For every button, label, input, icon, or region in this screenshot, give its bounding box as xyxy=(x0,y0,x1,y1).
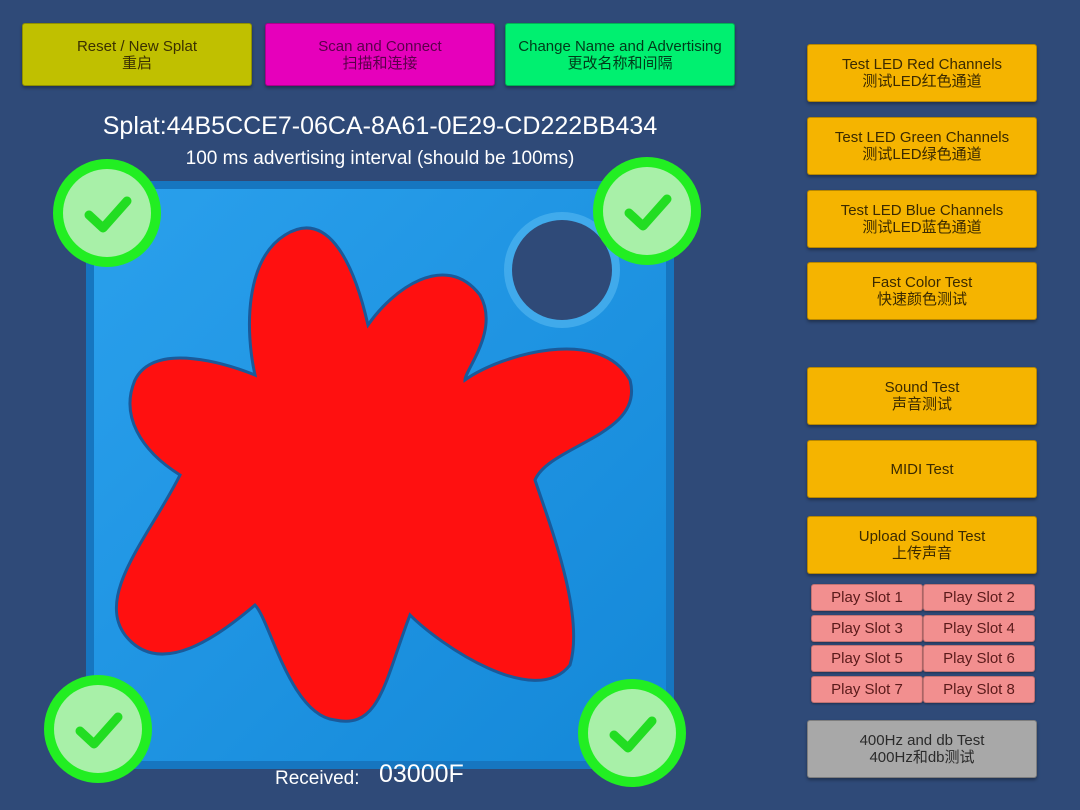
corner-check-top-right xyxy=(593,157,701,265)
upload-sound-label: Upload Sound Test xyxy=(858,528,986,545)
sound-test-button[interactable]: Sound Test 声音测试 xyxy=(807,367,1037,425)
scan-connect-button[interactable]: Scan and Connect 扫描和连接 xyxy=(265,23,495,86)
change-name-button-label: Change Name and Advertising xyxy=(518,37,722,55)
reset-button-label-zh: 重启 xyxy=(121,54,152,72)
play-slot-4-button[interactable]: Play Slot 4 xyxy=(923,615,1035,642)
check-icon xyxy=(609,716,657,753)
check-icon xyxy=(84,196,132,233)
play-slot-6-button[interactable]: Play Slot 6 xyxy=(923,645,1035,672)
scan-button-label: Scan and Connect xyxy=(318,37,442,55)
led-blue-label-zh: 测试LED蓝色通道 xyxy=(862,219,982,236)
upload-sound-test-button[interactable]: Upload Sound Test 上传声音 xyxy=(807,516,1037,574)
device-id: Splat:44B5CCE7-06CA-8A61-0E29-CD222BB434 xyxy=(102,112,658,140)
play-slot-5-button[interactable]: Play Slot 5 xyxy=(811,645,923,672)
fast-color-label: Fast Color Test xyxy=(871,274,973,291)
led-green-label: Test LED Green Channels xyxy=(834,129,1010,146)
check-icon xyxy=(624,194,672,231)
upload-sound-label-zh: 上传声音 xyxy=(891,545,952,562)
test-led-blue-button[interactable]: Test LED Blue Channels 测试LED蓝色通道 xyxy=(807,190,1037,248)
corner-check-top-left xyxy=(53,159,161,267)
reset-button[interactable]: Reset / New Splat 重启 xyxy=(22,23,252,86)
change-name-button-label-zh: 更改名称和间隔 xyxy=(567,54,673,72)
play-slot-8-button[interactable]: Play Slot 8 xyxy=(923,676,1035,703)
led-red-label: Test LED Red Channels xyxy=(841,56,1003,73)
fast-color-label-zh: 快速颜色测试 xyxy=(876,291,967,308)
fast-color-test-button[interactable]: Fast Color Test 快速颜色测试 xyxy=(807,262,1037,320)
sound-test-label-zh: 声音测试 xyxy=(891,396,952,413)
midi-test-button[interactable]: MIDI Test xyxy=(807,440,1037,498)
hz-db-label: 400Hz and db Test xyxy=(859,732,985,749)
scan-button-label-zh: 扫描和连接 xyxy=(342,54,418,72)
change-name-button[interactable]: Change Name and Advertising 更改名称和间隔 xyxy=(505,23,735,86)
received-label: Received: xyxy=(275,768,360,789)
play-slot-1-button[interactable]: Play Slot 1 xyxy=(811,584,923,611)
midi-test-label: MIDI Test xyxy=(890,460,954,478)
reset-button-label: Reset / New Splat xyxy=(76,37,198,55)
play-slot-3-button[interactable]: Play Slot 3 xyxy=(811,615,923,642)
speaker-hole xyxy=(512,220,612,320)
play-slot-7-button[interactable]: Play Slot 7 xyxy=(811,676,923,703)
play-slot-2-button[interactable]: Play Slot 2 xyxy=(923,584,1035,611)
check-icon xyxy=(75,712,123,749)
test-led-green-button[interactable]: Test LED Green Channels 测试LED绿色通道 xyxy=(807,117,1037,175)
led-green-label-zh: 测试LED绿色通道 xyxy=(862,146,982,163)
corner-check-bottom-right xyxy=(578,679,686,787)
sound-test-label: Sound Test xyxy=(884,379,960,396)
hz-db-label-zh: 400Hz和db测试 xyxy=(869,749,975,766)
received-value: 03000F xyxy=(379,760,464,788)
test-led-red-button[interactable]: Test LED Red Channels 测试LED红色通道 xyxy=(807,44,1037,102)
corner-check-bottom-left xyxy=(44,675,152,783)
splat-pad xyxy=(86,181,674,769)
led-red-label-zh: 测试LED红色通道 xyxy=(862,73,982,90)
led-blue-label: Test LED Blue Channels xyxy=(840,202,1004,219)
hz-db-test-button[interactable]: 400Hz and db Test 400Hz和db测试 xyxy=(807,720,1037,778)
